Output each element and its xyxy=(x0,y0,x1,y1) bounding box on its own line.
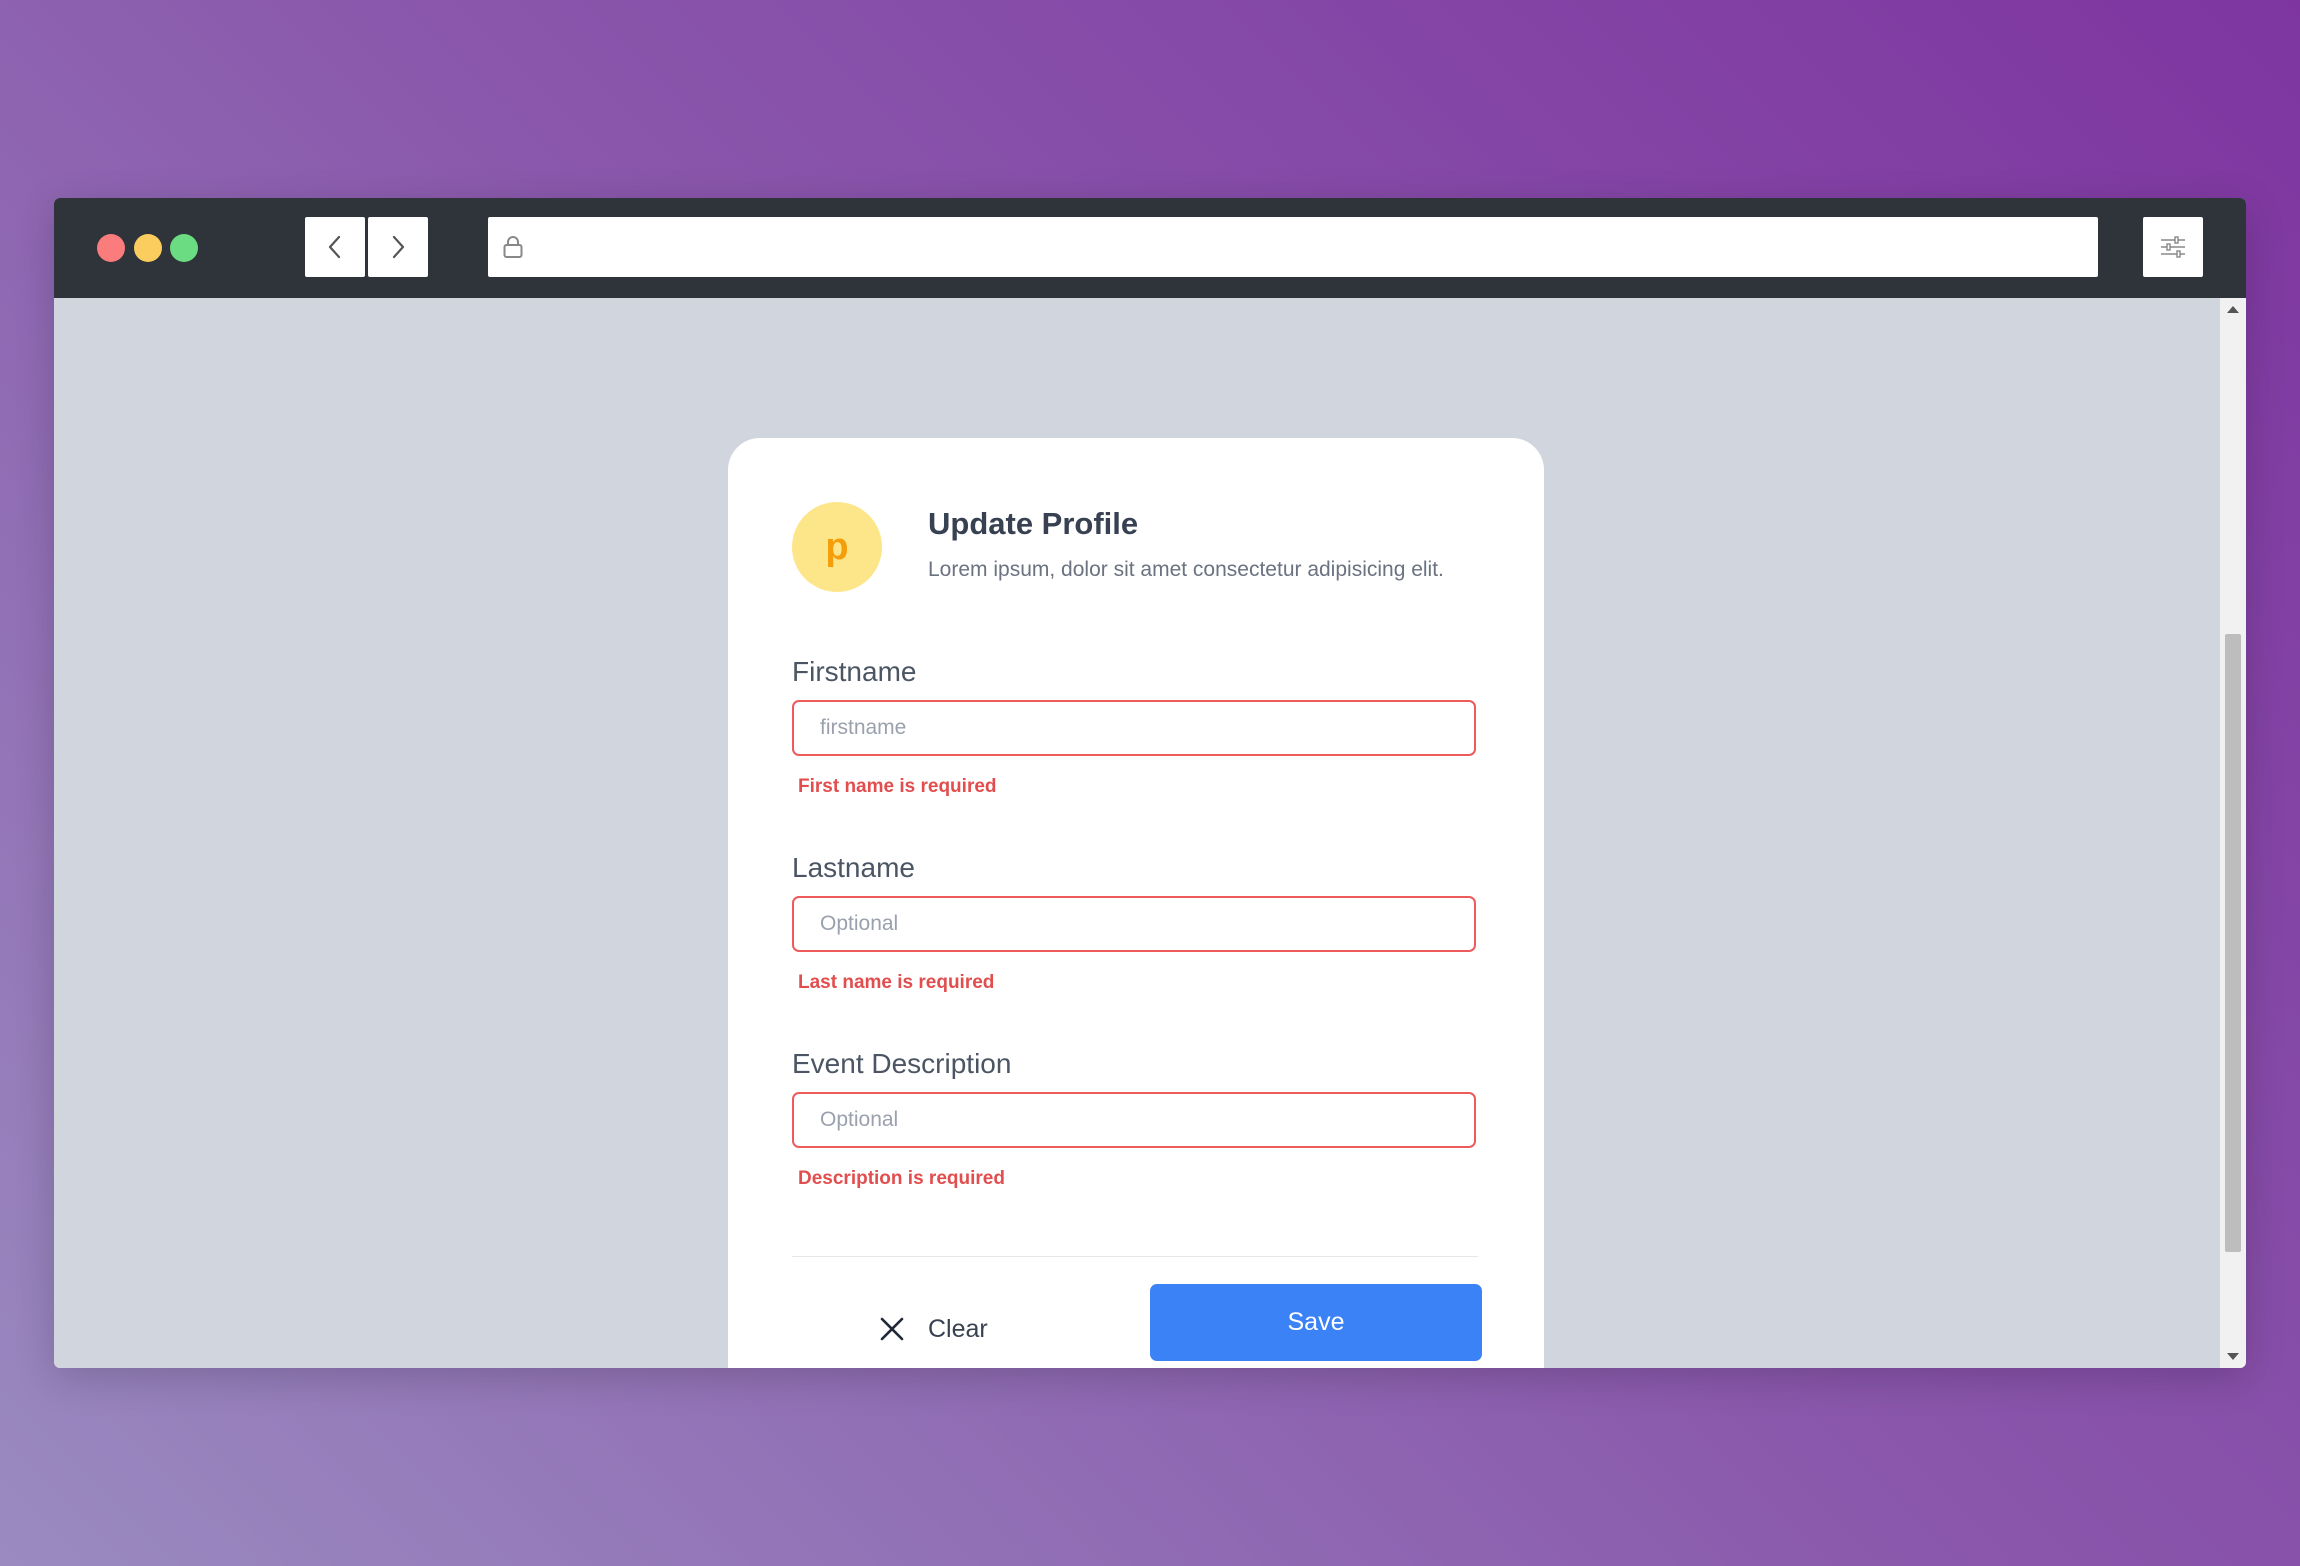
browser-toolbar xyxy=(54,198,2246,298)
lastname-input[interactable] xyxy=(792,896,1476,952)
scroll-down-arrow-icon[interactable] xyxy=(2227,1353,2239,1360)
address-bar[interactable] xyxy=(488,217,2098,277)
lastname-label: Lastname xyxy=(792,852,915,883)
lastname-error: Last name is required xyxy=(798,972,995,993)
firstname-error: First name is required xyxy=(798,776,997,797)
page-subtitle: Lorem ipsum, dolor sit amet consectetur … xyxy=(928,558,1444,581)
firstname-label: Firstname xyxy=(792,656,917,687)
maximize-window-button[interactable] xyxy=(170,234,198,262)
chevron-right-icon xyxy=(392,235,405,259)
page-title: Update Profile xyxy=(928,506,1139,541)
vertical-scrollbar[interactable] xyxy=(2220,298,2246,1368)
page-viewport: p Update Profile Lorem ipsum, dolor sit … xyxy=(54,298,2220,1368)
profile-card: p Update Profile Lorem ipsum, dolor sit … xyxy=(728,438,1544,1368)
firstname-input[interactable] xyxy=(792,700,1476,756)
chevron-left-icon xyxy=(328,235,341,259)
scrollbar-thumb[interactable] xyxy=(2225,634,2241,1252)
forward-button[interactable] xyxy=(368,217,428,277)
clear-button-label: Clear xyxy=(928,1314,988,1343)
description-input[interactable] xyxy=(792,1092,1476,1148)
clear-button[interactable]: Clear xyxy=(878,1306,988,1352)
divider xyxy=(792,1256,1478,1257)
settings-button[interactable] xyxy=(2143,217,2203,277)
close-window-button[interactable] xyxy=(97,234,125,262)
lock-icon xyxy=(503,236,523,258)
save-button-label: Save xyxy=(1287,1308,1345,1336)
description-label: Event Description xyxy=(792,1048,1012,1079)
avatar: p xyxy=(792,502,882,592)
minimize-window-button[interactable] xyxy=(134,234,162,262)
browser-window: p Update Profile Lorem ipsum, dolor sit … xyxy=(54,198,2246,1368)
save-button[interactable]: Save xyxy=(1150,1284,1482,1361)
sliders-icon xyxy=(2161,236,2185,258)
back-button[interactable] xyxy=(305,217,365,277)
close-icon xyxy=(880,1317,904,1341)
scroll-up-arrow-icon[interactable] xyxy=(2227,306,2239,313)
description-error: Description is required xyxy=(798,1168,1005,1189)
